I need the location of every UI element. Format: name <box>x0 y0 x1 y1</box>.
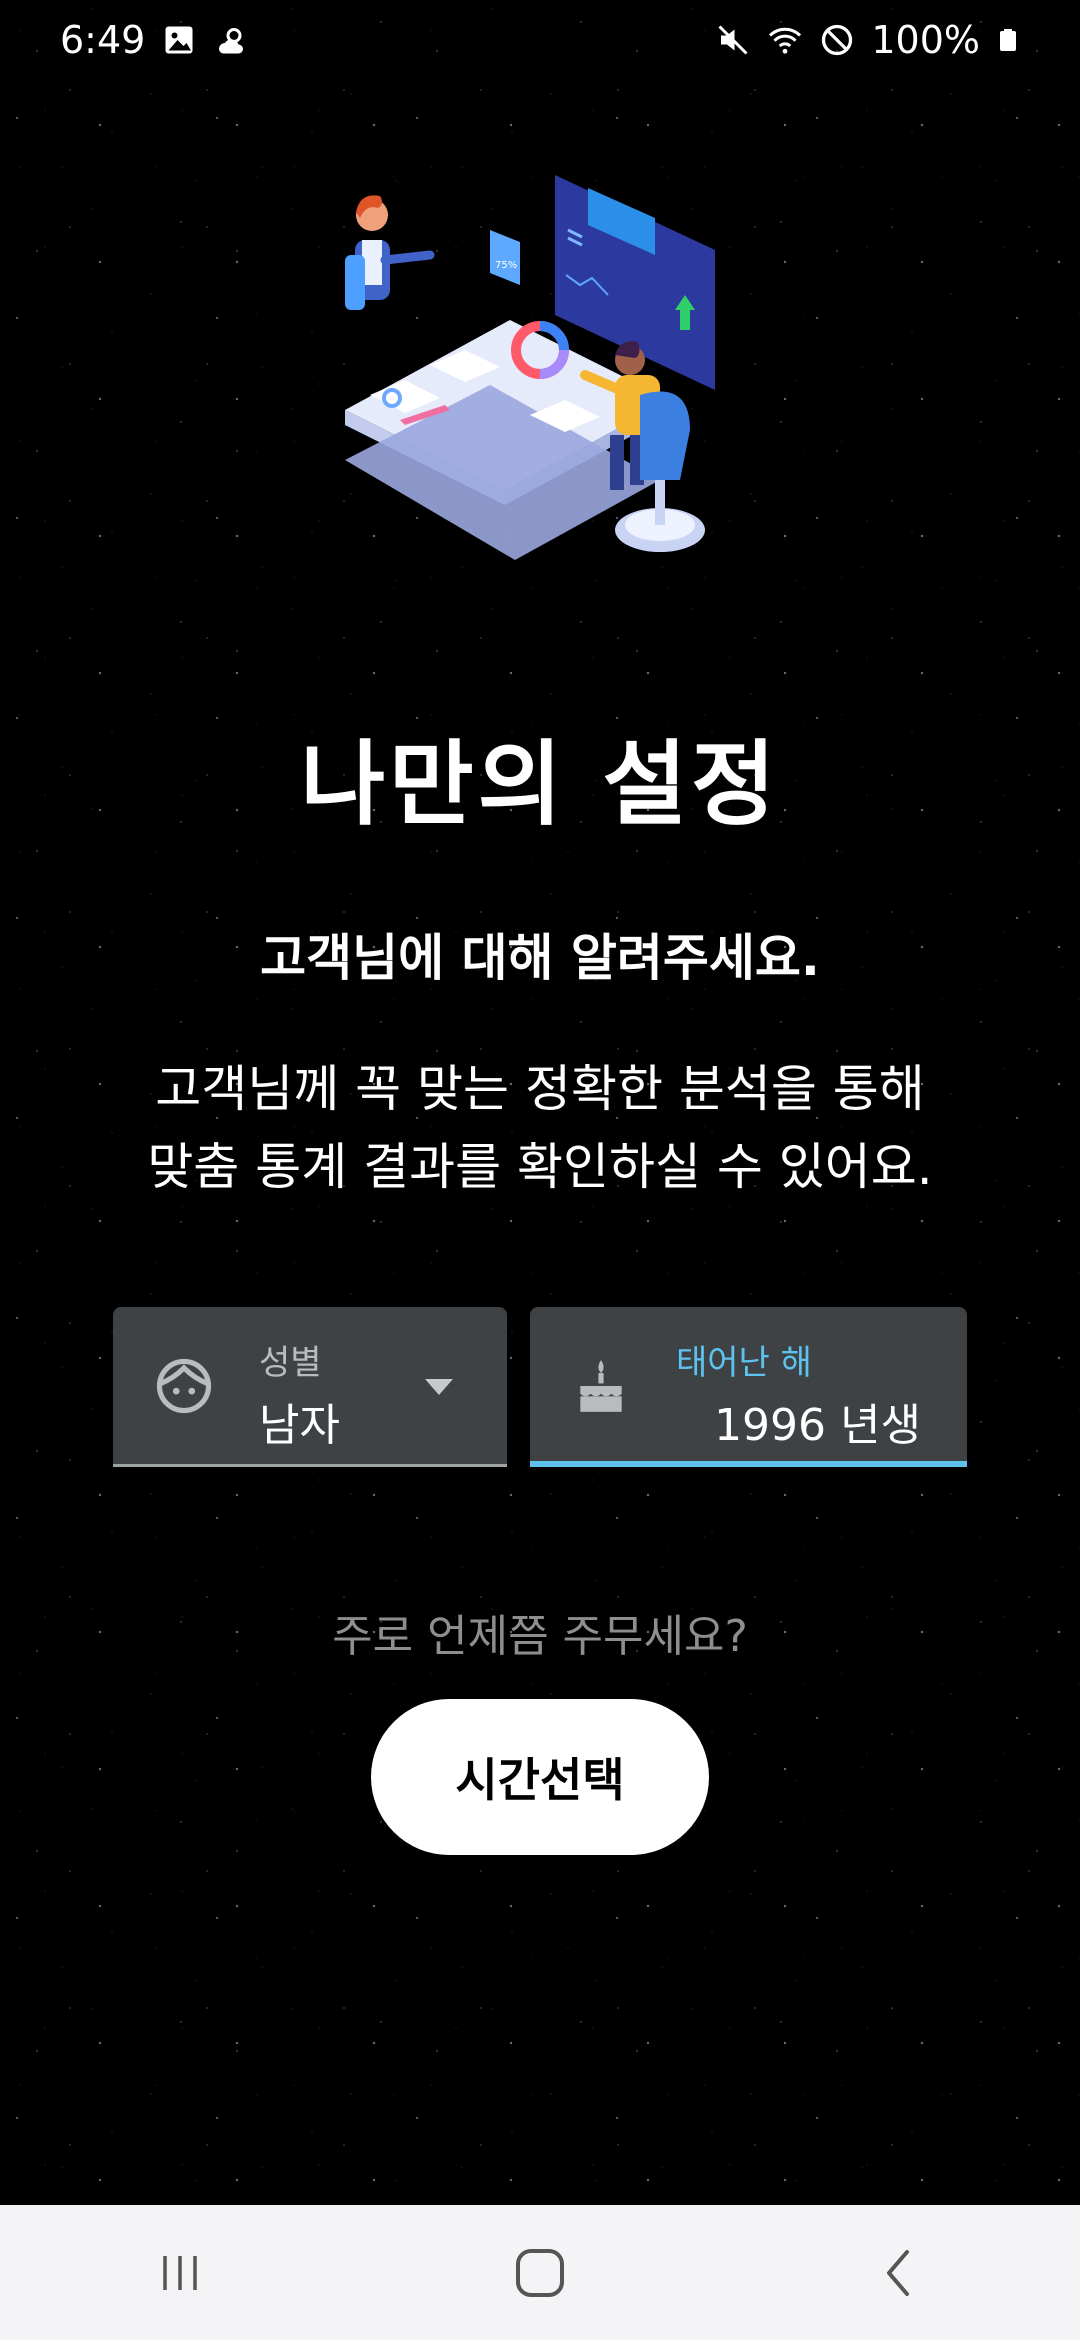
battery-icon <box>1000 29 1016 51</box>
gender-value: 남자 <box>259 1400 340 1451</box>
svg-text:75%: 75% <box>495 260 517 271</box>
status-time: 6:49 <box>60 18 146 62</box>
description-line: 맞춤 통계 결과를 확인하실 수 있어요. <box>147 1138 933 1196</box>
page-description: 고객님께 꼭 맞는 정확한 분석을 통해 맞춤 통계 결과를 확인하실 수 있어… <box>0 1050 1080 1206</box>
birth-year-label: 태어난 해 <box>676 1343 812 1383</box>
home-button[interactable] <box>480 2223 600 2323</box>
navigation-bar <box>0 2205 1080 2340</box>
meeting-illustration: 75% <box>345 175 715 560</box>
dropdown-arrow-icon <box>425 1379 453 1395</box>
birth-year-field[interactable]: 태어난 해 1996 년생 <box>530 1307 967 1467</box>
battery-percent: 100% <box>871 18 980 62</box>
gender-select[interactable]: 성별 남자 <box>113 1307 507 1467</box>
no-disturb-icon <box>822 24 853 56</box>
description-line: 고객님께 꼭 맞는 정확한 분석을 통해 <box>155 1060 925 1118</box>
recent-apps-button[interactable] <box>120 2223 240 2323</box>
back-button[interactable] <box>840 2223 960 2323</box>
home-icon <box>516 2248 564 2297</box>
mute-icon <box>718 25 748 55</box>
back-icon <box>887 2249 909 2296</box>
face-icon <box>156 1358 212 1414</box>
page-title: 나만의 설정 <box>300 731 780 838</box>
gallery-icon <box>165 26 193 54</box>
cake-icon <box>580 1360 622 1412</box>
wifi-icon <box>769 27 802 54</box>
birth-year-value: 1996 년생 <box>714 1400 921 1451</box>
recent-apps-icon <box>163 2255 197 2290</box>
status-bar: 6:49 100% <box>0 0 1080 80</box>
page-subtitle: 고객님에 대해 알려주세요. <box>260 929 820 987</box>
select-time-button[interactable]: 시간선택 <box>371 1699 709 1855</box>
weather-icon <box>219 28 244 54</box>
sleep-time-question: 주로 언제쯤 주무세요? <box>332 1611 748 1662</box>
gender-label: 성별 <box>259 1343 322 1383</box>
